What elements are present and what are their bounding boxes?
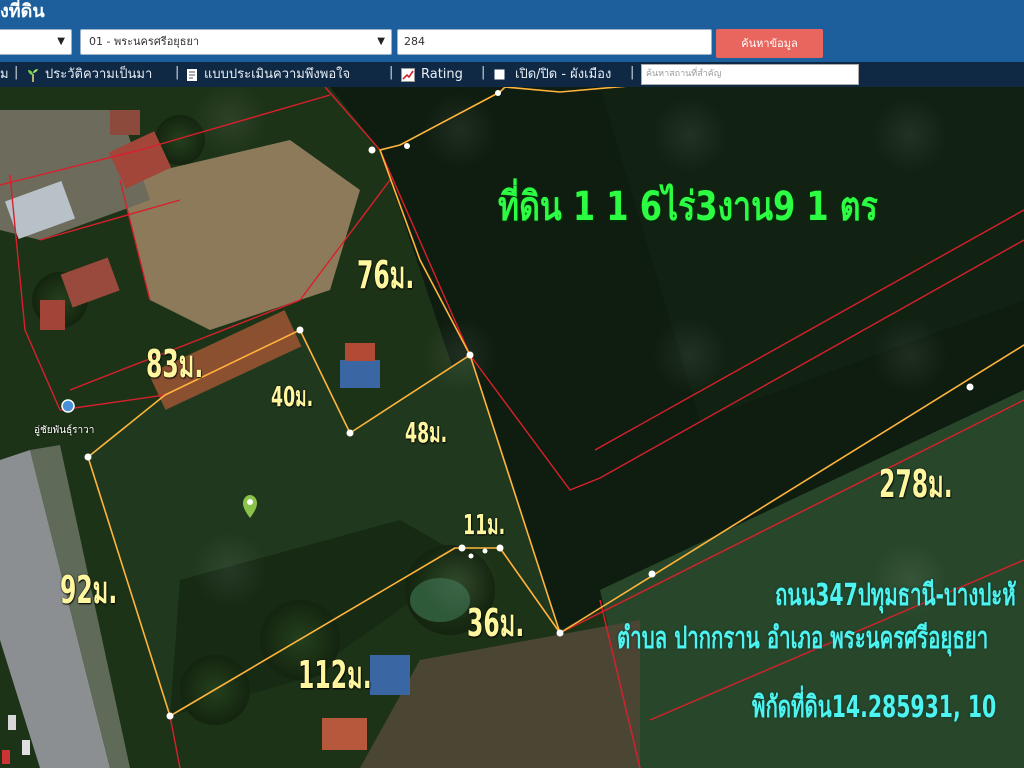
road-info: ถนน347ปทุมธานี-บางปะหั bbox=[775, 578, 1016, 613]
toolbar-separator: | bbox=[630, 65, 635, 80]
place-label: อู่ชัยพันธุ์ราวา bbox=[34, 425, 95, 436]
dimension-label-76: 76ม. bbox=[357, 253, 415, 297]
document-icon bbox=[187, 68, 197, 81]
sprout-icon bbox=[28, 68, 38, 82]
toolbar-separator: | bbox=[14, 65, 19, 80]
dimension-label-36: 36ม. bbox=[467, 601, 525, 645]
coordinates-info: พิกัดที่ดิน14.285931, 10 bbox=[752, 690, 997, 725]
amphoe-select-value: 01 - พระนครศรีอยุธยา bbox=[89, 35, 200, 48]
province-select[interactable]: ▼ bbox=[0, 29, 72, 55]
dimension-label-40: 40ม. bbox=[271, 380, 314, 413]
area-label: ที่ดิน 1 1 6ไร่3งาน9 1 ตร bbox=[498, 184, 878, 230]
toolbar: ม | ประวัติความเป็นมา | แบบประเมินความพึ… bbox=[0, 62, 1024, 87]
dimension-label-11: 11ม. bbox=[463, 508, 506, 541]
place-marker-icon[interactable] bbox=[61, 399, 75, 413]
chart-icon bbox=[401, 67, 415, 82]
map-view[interactable]: ที่ดิน 1 1 6ไร่3งาน9 1 ตร 76ม. 83ม. 40ม.… bbox=[0, 87, 1024, 768]
toolbar-separator: | bbox=[175, 65, 180, 80]
toolbar-item-partial[interactable]: ม bbox=[0, 65, 9, 84]
rating-label: Rating bbox=[421, 67, 463, 82]
checkbox-icon bbox=[494, 69, 505, 80]
toggle-layer-label: เปิด/ปิด - ผังเมือง bbox=[515, 67, 612, 82]
header-bar: งที่ดิน ▼ 01 - พระนครศรีอยุธยา ▼ 284 ค้น… bbox=[0, 0, 1024, 62]
toolbar-item-history[interactable]: ประวัติความเป็นมา bbox=[27, 65, 152, 84]
dimension-label-278: 278ม. bbox=[879, 462, 953, 506]
history-label: ประวัติความเป็นมา bbox=[45, 67, 153, 82]
toolbar-item-rating[interactable]: Rating bbox=[401, 65, 463, 84]
app-title: งที่ดิน bbox=[0, 1, 45, 22]
dimension-label-83: 83ม. bbox=[146, 342, 204, 386]
place-search-input[interactable]: ค้นหาสถานที่สำคัญ bbox=[641, 64, 859, 85]
dropdown-arrow-icon: ▼ bbox=[57, 36, 65, 47]
dimension-label-48: 48ม. bbox=[405, 416, 448, 449]
toolbar-item-survey[interactable]: แบบประเมินความพึงพอใจ bbox=[186, 65, 350, 84]
toolbar-separator: | bbox=[481, 65, 486, 80]
search-button[interactable]: ค้นหาข้อมูล bbox=[716, 29, 823, 58]
dropdown-arrow-icon: ▼ bbox=[377, 36, 385, 47]
toolbar-separator: | bbox=[389, 65, 394, 80]
toolbar-item-toggle-layer[interactable]: เปิด/ปิด - ผังเมือง bbox=[494, 65, 611, 84]
parcel-number-input[interactable]: 284 bbox=[397, 29, 712, 55]
location-info: ตำบล ปากกราน อำเภอ พระนครศรีอยุธยา bbox=[617, 621, 989, 656]
dimension-label-112: 112ม. bbox=[298, 653, 372, 697]
dimension-label-92: 92ม. bbox=[60, 568, 118, 612]
survey-label: แบบประเมินความพึงพอใจ bbox=[204, 67, 351, 82]
amphoe-select[interactable]: 01 - พระนครศรีอยุธยา ▼ bbox=[80, 29, 392, 55]
